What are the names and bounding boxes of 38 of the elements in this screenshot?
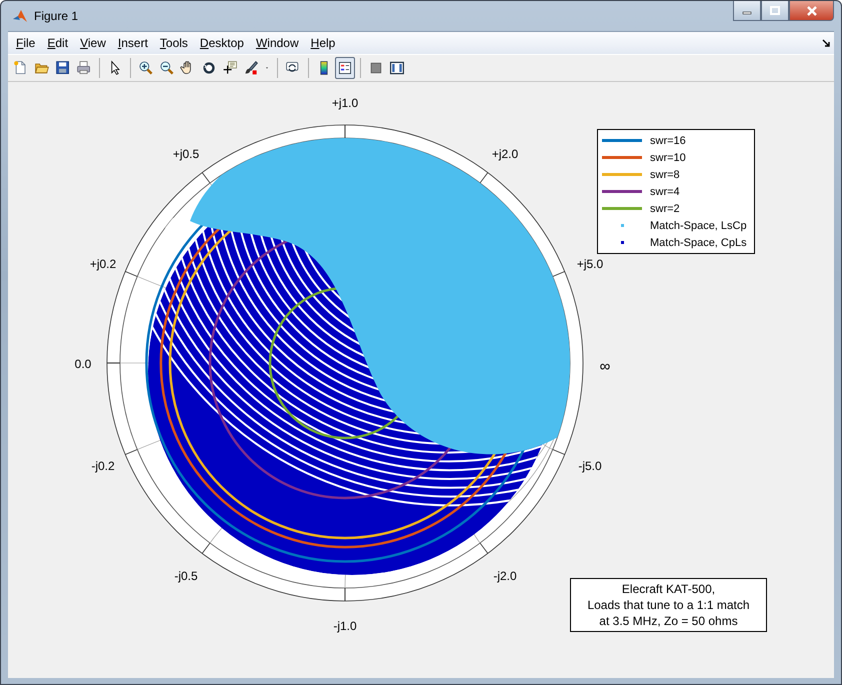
menu-item[interactable]: Edit xyxy=(41,34,74,52)
close-icon xyxy=(806,6,818,16)
maximize-icon xyxy=(770,6,780,15)
axis-label: +j2.0 xyxy=(492,147,518,161)
axis-label: +j0.5 xyxy=(172,147,200,161)
annotation-line: Loads that tune to a 1:1 match xyxy=(586,597,751,613)
legend-label: Match-Space, CpLs xyxy=(650,236,747,248)
axis-label: ∞ xyxy=(600,358,610,375)
app-logo-icon xyxy=(12,8,28,24)
axis-label: -j2.0 xyxy=(493,569,517,583)
axis-label: -j1.0 xyxy=(333,619,357,633)
legend-label: swr=16 xyxy=(650,134,686,146)
legend-label: swr=4 xyxy=(650,186,680,198)
menu-item[interactable]: Window xyxy=(250,34,305,52)
menu-item[interactable]: Tools xyxy=(154,34,194,52)
menu-item[interactable]: File xyxy=(10,34,42,52)
menu-item[interactable]: Help xyxy=(304,34,342,52)
menu-item[interactable]: Insert xyxy=(112,34,154,52)
axis-label: +j1.0 xyxy=(332,96,358,110)
legend-label: Match-Space, LsCp xyxy=(650,220,747,232)
legend-label: swr=8 xyxy=(650,168,680,180)
maximize-button[interactable] xyxy=(761,1,789,21)
annotation-line: Elecraft KAT-500, xyxy=(620,581,716,597)
axis-label: -j0.5 xyxy=(174,569,198,583)
axis-label: 0.0 xyxy=(74,357,92,371)
legend-icon[interactable] xyxy=(335,57,355,79)
axis-label: +j0.2 xyxy=(90,257,116,271)
axis-label: -j5.0 xyxy=(578,459,602,473)
menu-item[interactable]: View xyxy=(74,34,112,52)
window-title: Figure 1 xyxy=(34,9,78,23)
axis-label: +j5.0 xyxy=(576,257,604,271)
axis-label: -j0.2 xyxy=(91,459,115,473)
annotation-line: at 3.5 MHz, Zo = 50 ohms xyxy=(598,613,739,629)
legend-label: swr=2 xyxy=(650,202,680,214)
close-button[interactable] xyxy=(789,1,834,21)
minimize-button[interactable] xyxy=(733,1,761,21)
menu-item[interactable]: Desktop xyxy=(194,34,250,52)
legend-label: swr=10 xyxy=(650,152,686,164)
